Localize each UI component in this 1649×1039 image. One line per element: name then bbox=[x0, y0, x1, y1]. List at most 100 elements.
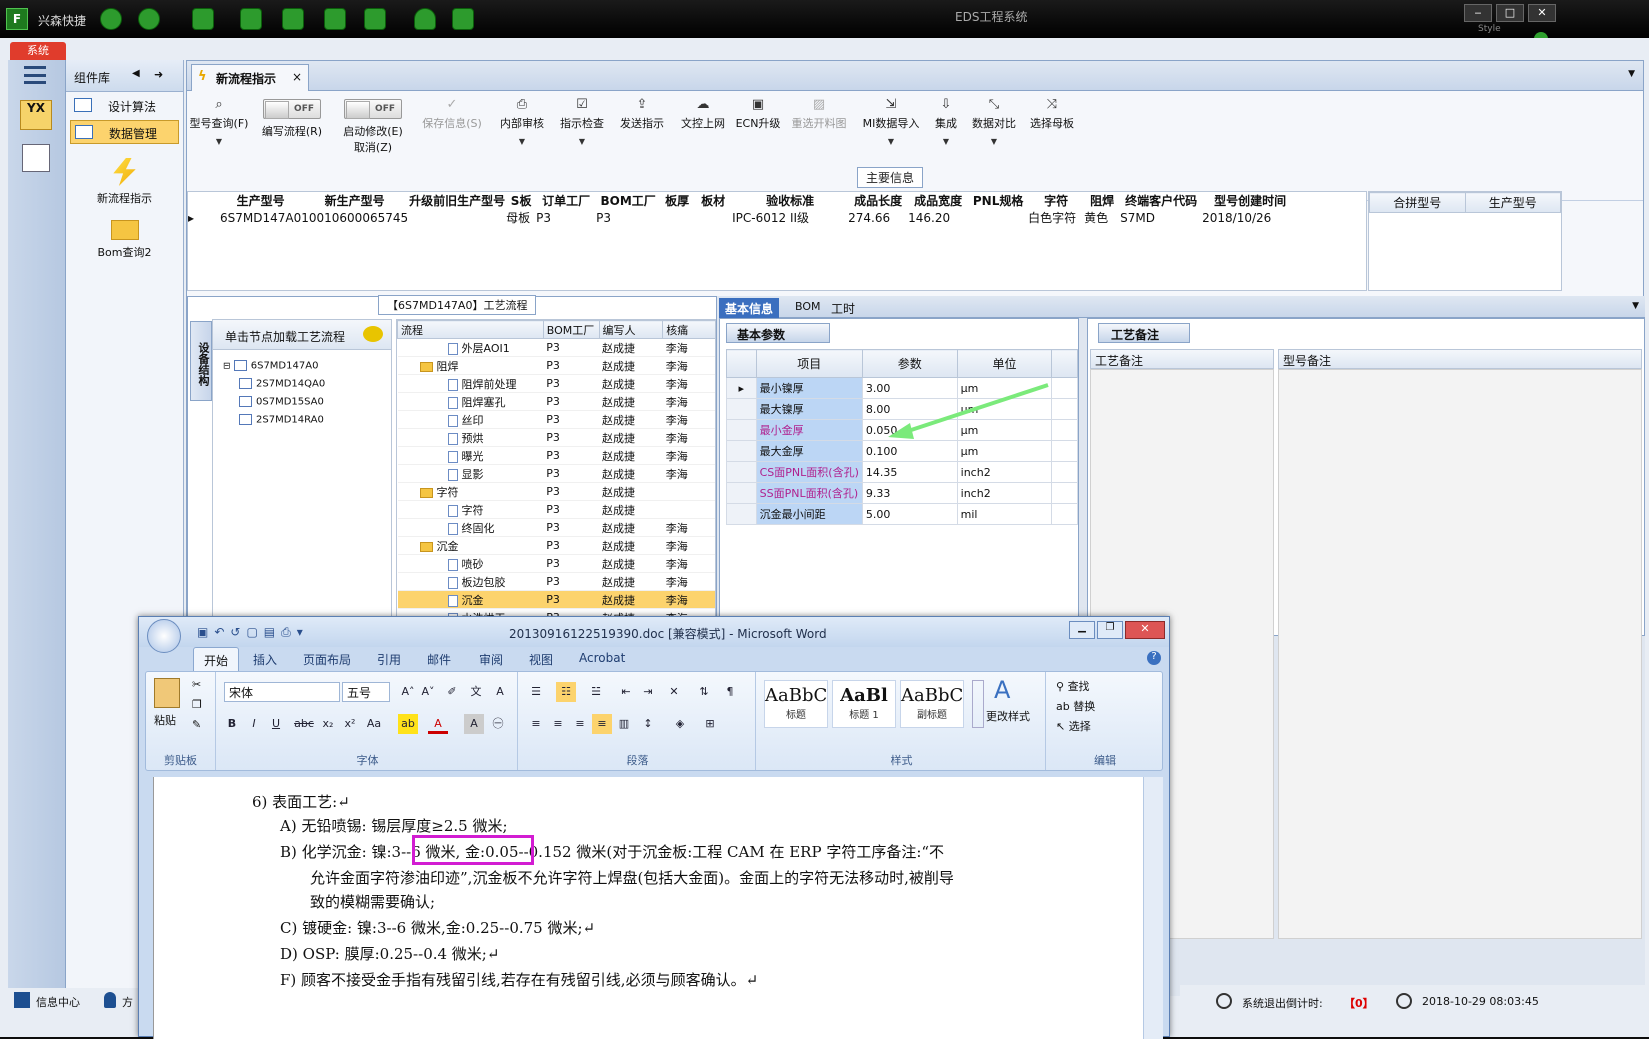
table-cell[interactable]: S7MD bbox=[1120, 209, 1202, 226]
column-header[interactable]: 板厚 bbox=[660, 192, 694, 209]
param-item-cell[interactable]: SS面PNL面积(含孔) bbox=[755, 482, 863, 504]
strikethrough-icon[interactable]: abc bbox=[294, 714, 314, 734]
chart-icon[interactable] bbox=[452, 8, 474, 30]
find-button[interactable]: ⚲ 查找 bbox=[1056, 678, 1090, 694]
flow-name-cell[interactable]: 字符 bbox=[397, 482, 544, 501]
param-unit-cell[interactable]: inch2 bbox=[956, 461, 1053, 483]
quick-access-toolbar[interactable]: ▣↶↺▢▤⎙▾ bbox=[197, 625, 309, 640]
font-color-icon[interactable]: A bbox=[428, 714, 448, 734]
table-cell[interactable] bbox=[968, 209, 1028, 226]
flow-bom-cell[interactable]: P3 bbox=[543, 518, 599, 537]
flow-reviewer-cell[interactable]: 李海 bbox=[662, 428, 715, 447]
table-cell[interactable]: P3 bbox=[596, 209, 660, 226]
column-header[interactable]: 项目 bbox=[755, 349, 863, 378]
param-value-cell[interactable]: 9.33 bbox=[861, 482, 958, 504]
flow-name-cell[interactable]: 终固化 bbox=[397, 518, 544, 537]
equipment-structure-tab[interactable]: 设备结构 bbox=[190, 321, 212, 401]
flow-reviewer-cell[interactable]: 李海 bbox=[662, 518, 715, 537]
column-header[interactable]: S板 bbox=[506, 192, 536, 209]
start-modify-toggle[interactable]: OFF 启动修改(E) 取消(Z) bbox=[337, 91, 409, 155]
word-document-page[interactable]: 6) 表面工艺:↵ A) 无铅喷锡: 锡层厚度≥2.5 微米; B) 化学沉金:… bbox=[153, 777, 1143, 1039]
collapse-left-icon[interactable]: ◀ bbox=[132, 68, 140, 79]
table-cell[interactable]: P3 bbox=[536, 209, 596, 226]
flow-bom-cell[interactable]: P3 bbox=[543, 410, 599, 429]
tree-node[interactable]: 2S7MD14RA0 bbox=[239, 414, 324, 426]
tree-node-root[interactable]: ⊟ 6S7MD147A0 bbox=[223, 360, 318, 372]
tab-bom[interactable]: BOM bbox=[789, 298, 827, 318]
reselect-cutting-button[interactable]: ▨ 重选开料图 bbox=[787, 91, 851, 131]
word-minimize-button[interactable]: ▁ bbox=[1069, 621, 1095, 639]
help-icon[interactable]: ? bbox=[1147, 651, 1161, 665]
column-header[interactable]: 型号备注 bbox=[1278, 349, 1642, 369]
flow-writer-cell[interactable]: 赵成捷 bbox=[599, 482, 663, 501]
decrease-indent-icon[interactable]: ⇤ bbox=[616, 682, 636, 702]
param-unit-cell[interactable]: inch2 bbox=[956, 482, 1053, 504]
column-header[interactable]: 阻焊 bbox=[1084, 192, 1120, 209]
nav-item-bom-query[interactable]: Bom查询2 bbox=[66, 220, 183, 260]
flow-row[interactable]: 字符 P3 赵成捷 bbox=[397, 482, 715, 501]
chevron-down-icon[interactable]: ▼ bbox=[1628, 69, 1635, 79]
styles-scroll[interactable] bbox=[972, 680, 984, 728]
grow-font-icon[interactable]: A˄ bbox=[398, 682, 418, 702]
paste-icon[interactable] bbox=[154, 678, 180, 708]
clear-format-icon[interactable]: ✐ bbox=[442, 682, 462, 702]
param-row[interactable]: CS面PNL面积(含孔) 14.35 inch2 bbox=[726, 461, 1078, 483]
flow-bom-cell[interactable]: P3 bbox=[543, 428, 599, 447]
column-header[interactable]: 新生产型号 bbox=[301, 192, 408, 209]
change-styles-label[interactable]: 更改样式 bbox=[986, 708, 1030, 724]
search-icon[interactable] bbox=[100, 8, 122, 30]
model-notes-field[interactable] bbox=[1278, 369, 1642, 939]
flow-name-cell[interactable]: 阻焊塞孔 bbox=[397, 392, 544, 411]
flow-reviewer-cell[interactable]: 李海 bbox=[662, 446, 715, 465]
flow-writer-cell[interactable]: 赵成捷 bbox=[599, 464, 663, 483]
column-header[interactable]: BOM工厂 bbox=[596, 192, 660, 209]
close-button[interactable]: ✕ bbox=[1528, 4, 1556, 22]
maximize-button[interactable]: □ bbox=[1496, 4, 1524, 22]
replace-button[interactable]: ab 替换 bbox=[1056, 698, 1095, 714]
flow-writer-cell[interactable]: 赵成捷 bbox=[599, 338, 663, 357]
column-header[interactable]: 升级前旧生产型号 bbox=[408, 192, 506, 209]
param-item-cell[interactable]: 最小金厚 bbox=[755, 419, 863, 441]
model-query-button[interactable]: ⌕ 型号查询(F) ▼ bbox=[187, 91, 251, 146]
char-shading-icon[interactable]: A bbox=[464, 714, 484, 734]
flow-row[interactable]: 曝光 P3 赵成捷 李海 bbox=[397, 446, 715, 465]
film-icon[interactable] bbox=[282, 8, 304, 30]
internal-review-button[interactable]: ⎙ 内部审核 ▼ bbox=[495, 91, 549, 146]
taskbar-item[interactable]: 方 bbox=[122, 994, 133, 1010]
tree-node[interactable]: 0S7MD15SA0 bbox=[239, 396, 324, 408]
multilevel-icon[interactable]: ☱ bbox=[586, 682, 606, 702]
column-header[interactable]: 订单工厂 bbox=[536, 192, 596, 209]
flow-row[interactable]: 喷砂 P3 赵成捷 李海 bbox=[397, 554, 715, 573]
change-styles-icon[interactable]: A bbox=[994, 676, 1010, 704]
data-compare-button[interactable]: ⤡ 数据对比 ▼ bbox=[969, 91, 1019, 146]
flow-bom-cell[interactable]: P3 bbox=[543, 464, 599, 483]
flow-row[interactable]: 阻焊塞孔 P3 赵成捷 李海 bbox=[397, 392, 715, 411]
flow-reviewer-cell[interactable]: 李海 bbox=[662, 464, 715, 483]
shrink-font-icon[interactable]: A˅ bbox=[418, 682, 438, 702]
justify-icon[interactable]: ≡ bbox=[592, 714, 612, 734]
line-spacing-icon[interactable]: ↕ bbox=[638, 714, 658, 734]
close-tab-icon[interactable]: × bbox=[292, 70, 302, 84]
flow-name-cell[interactable]: 预烘 bbox=[397, 428, 544, 447]
align-center-icon[interactable]: ≡ bbox=[548, 714, 568, 734]
flow-reviewer-cell[interactable]: 李海 bbox=[662, 338, 715, 357]
flow-bom-cell[interactable]: P3 bbox=[543, 446, 599, 465]
tab-insert[interactable]: 插入 bbox=[253, 651, 277, 668]
flow-bom-cell[interactable]: P3 bbox=[543, 500, 599, 519]
flow-reviewer-cell[interactable]: 李海 bbox=[662, 572, 715, 591]
column-header[interactable]: 字符 bbox=[1028, 192, 1084, 209]
nav-item-new-process[interactable]: 新流程指示 bbox=[66, 158, 183, 206]
cancel-label[interactable]: 取消(Z) bbox=[354, 141, 392, 154]
column-header[interactable]: 终端客户代码 bbox=[1120, 192, 1202, 209]
column-header[interactable]: 参数 bbox=[861, 349, 958, 378]
table-cell[interactable]: 2018/10/26 bbox=[1202, 209, 1298, 226]
flow-row[interactable]: 字符 P3 赵成捷 bbox=[397, 500, 715, 519]
tab-home[interactable]: 开始 bbox=[193, 647, 240, 673]
column-header[interactable]: 生产型号 bbox=[1464, 192, 1561, 213]
column-header[interactable]: 编写人 bbox=[598, 320, 664, 339]
flow-writer-cell[interactable]: 赵成捷 bbox=[599, 554, 663, 573]
flow-name-cell[interactable]: 板边包胶 bbox=[397, 572, 544, 591]
param-row[interactable]: 沉金最小间距 5.00 mil bbox=[726, 503, 1078, 525]
flow-reviewer-cell[interactable]: 李海 bbox=[662, 554, 715, 573]
column-header[interactable]: 成品长度 bbox=[848, 192, 908, 209]
